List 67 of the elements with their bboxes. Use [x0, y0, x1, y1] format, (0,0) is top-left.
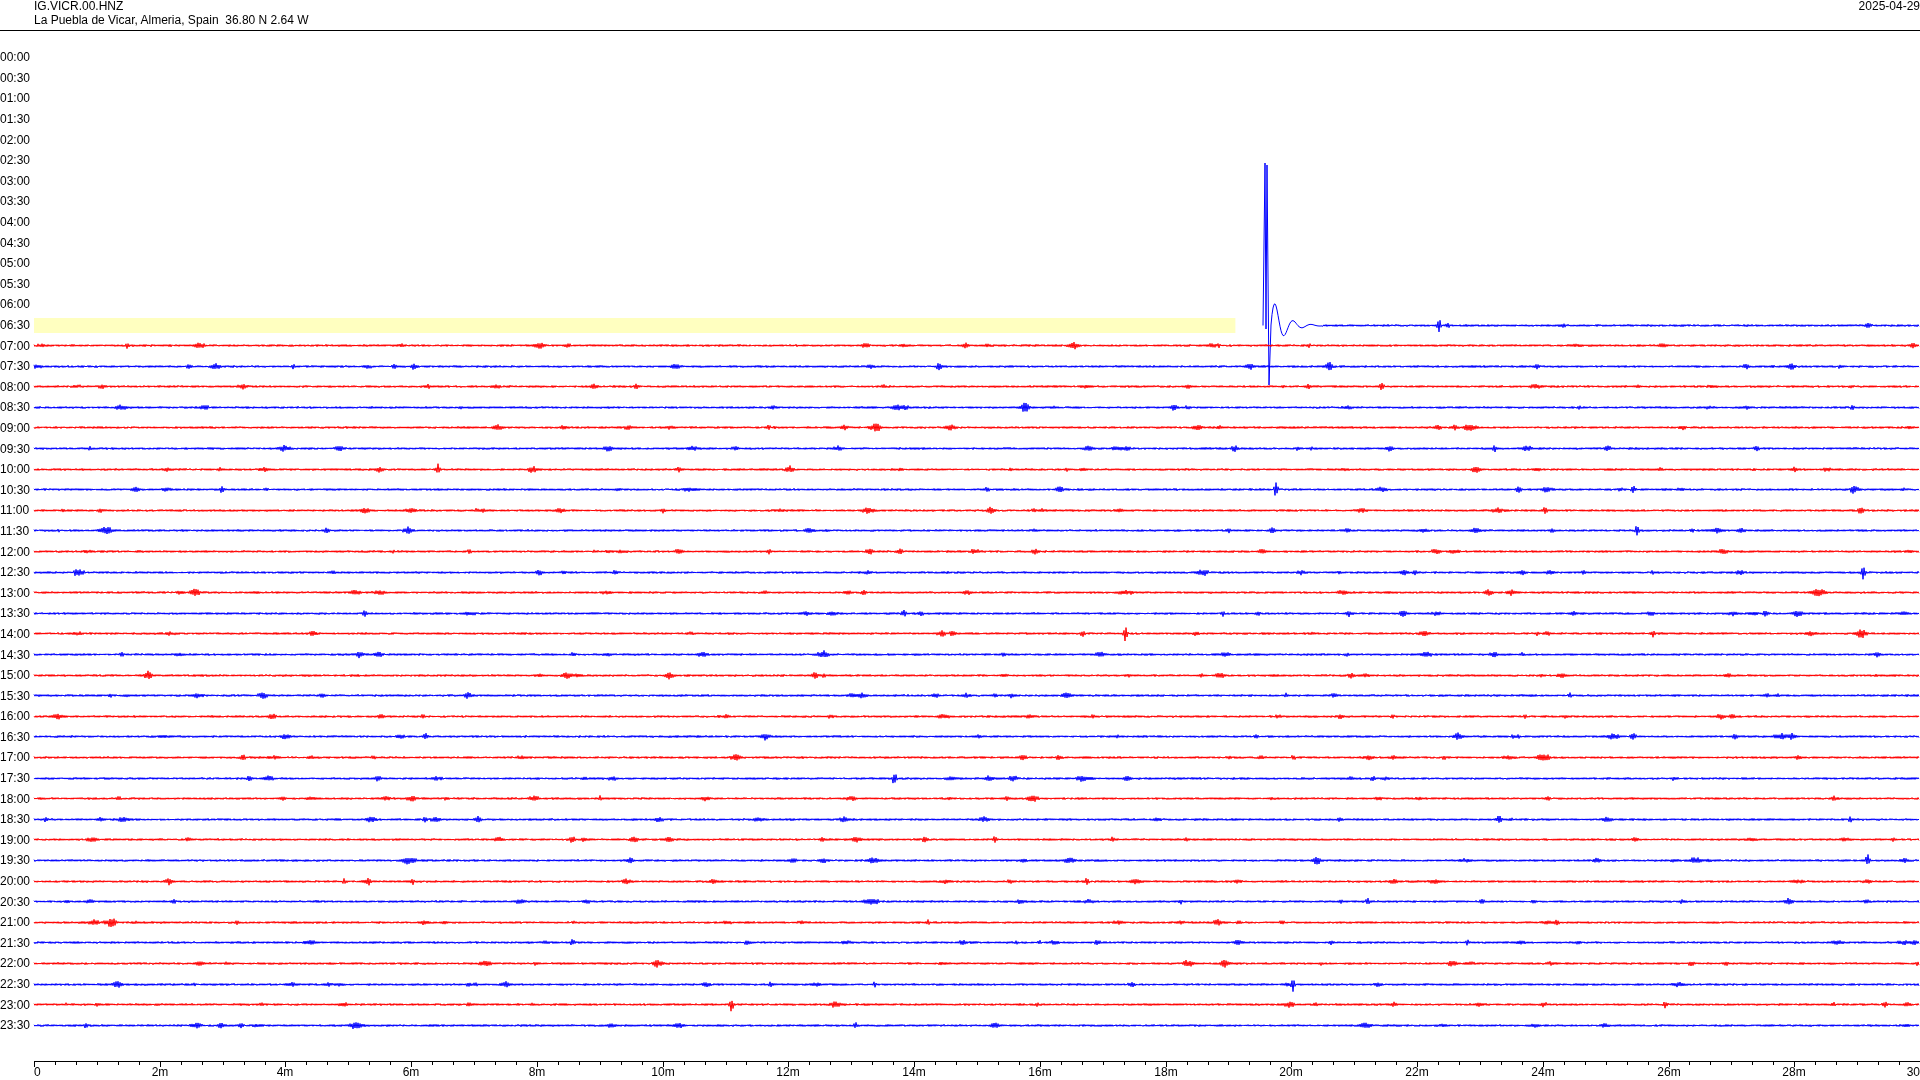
axis-tick-label: 2m	[151, 1064, 169, 1079]
axis-tick-label: 22m	[1405, 1064, 1429, 1079]
time-label: 10:00	[0, 462, 32, 477]
time-label: 08:30	[0, 400, 32, 415]
time-label: 21:30	[0, 935, 32, 950]
axis-tick-label: 10m	[651, 1064, 675, 1079]
time-label: 01:30	[0, 112, 32, 127]
time-label: 16:30	[0, 729, 32, 744]
axis-tick-label: 0	[34, 1064, 41, 1079]
time-label: 18:00	[0, 791, 32, 806]
time-label: 07:00	[0, 338, 32, 353]
time-label: 23:30	[0, 1018, 32, 1033]
time-label: 03:00	[0, 173, 32, 188]
time-label: 02:30	[0, 153, 32, 168]
time-label: 19:30	[0, 853, 32, 868]
axis-tick-label: 30	[1906, 1064, 1920, 1079]
time-label: 09:30	[0, 441, 32, 456]
time-label: 15:00	[0, 668, 32, 683]
axis-tick-label: 24m	[1531, 1064, 1555, 1079]
time-label: 04:30	[0, 235, 32, 250]
time-label: 07:30	[0, 359, 32, 374]
time-label: 17:00	[0, 750, 32, 765]
axis-tick-label: 18m	[1154, 1064, 1178, 1079]
time-label: 10:30	[0, 482, 32, 497]
time-label: 06:00	[0, 297, 32, 312]
time-label: 12:00	[0, 544, 32, 559]
time-label: 14:00	[0, 626, 32, 641]
time-label: 08:00	[0, 379, 32, 394]
time-label: 11:30	[0, 523, 31, 538]
time-label: 04:00	[0, 215, 32, 230]
time-label: 13:00	[0, 585, 32, 600]
time-label: 00:00	[0, 50, 32, 65]
time-label: 20:00	[0, 874, 32, 889]
axis-tick-label: 4m	[276, 1064, 294, 1079]
time-label: 16:00	[0, 709, 32, 724]
time-label: 22:30	[0, 977, 32, 991]
time-label: 09:00	[0, 421, 32, 435]
record-date: 2025-04-29	[1858, 0, 1920, 13]
axis-tick-label: 6m	[402, 1064, 420, 1079]
time-label: 03:30	[0, 194, 32, 209]
time-label: 22:00	[0, 956, 32, 971]
axis-tick-label: 12m	[776, 1064, 800, 1079]
axis-tick-label: 8m	[528, 1064, 546, 1079]
time-label: 14:30	[0, 647, 32, 662]
time-label: 17:30	[0, 771, 32, 786]
time-label: 23:00	[0, 997, 32, 1012]
time-label: 21:00	[0, 915, 32, 930]
time-label: 19:00	[0, 832, 32, 847]
time-label: 13:30	[0, 606, 32, 621]
time-label: 15:30	[0, 688, 32, 703]
time-label: 18:30	[0, 812, 32, 827]
time-label: 20:30	[0, 894, 32, 909]
axis-tick-label: 28m	[1782, 1064, 1806, 1079]
axis-tick-label: 20m	[1279, 1064, 1303, 1079]
axis-tick-label: 26m	[1657, 1064, 1681, 1079]
time-label: 01:00	[0, 91, 32, 106]
time-label: 06:30	[0, 318, 32, 332]
station-code: IG.VICR.00.HNZ	[34, 0, 125, 13]
axis-tick-label: 16m	[1028, 1064, 1052, 1079]
time-label: 05:00	[0, 256, 32, 271]
time-label: 11:00	[0, 503, 31, 518]
time-label: 12:30	[0, 565, 32, 580]
time-label: 05:30	[0, 276, 32, 291]
station-location: La Puebla de Vicar, Almeria, Spain 36.80 N 2.64 W	[34, 13, 309, 27]
axis-tick-label: 14m	[902, 1064, 926, 1079]
time-label: 02:00	[0, 132, 32, 147]
time-label: 00:30	[0, 70, 32, 85]
